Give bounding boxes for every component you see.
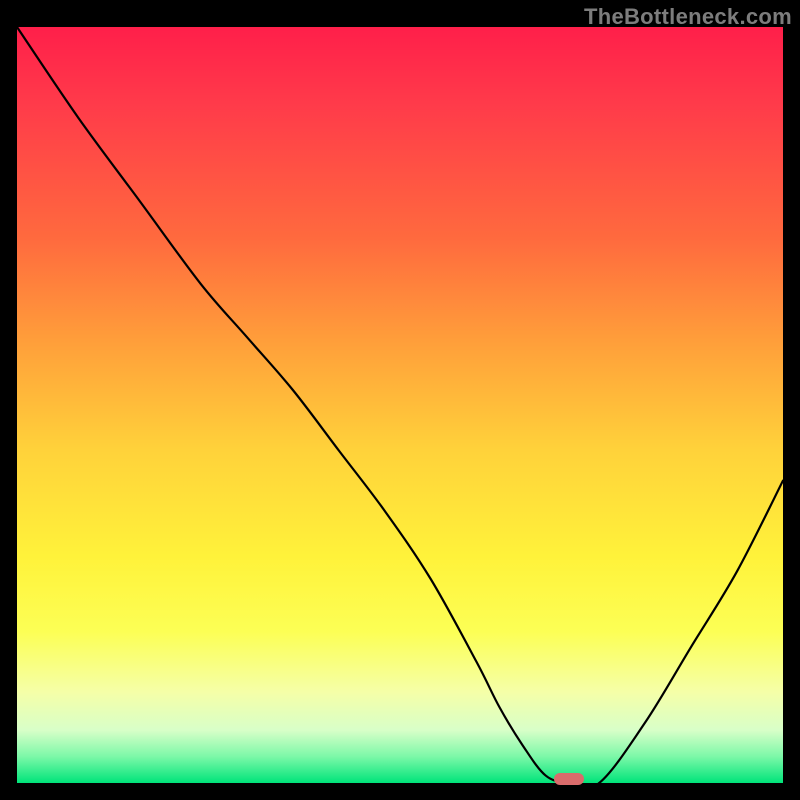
optimal-marker	[554, 773, 584, 785]
plot-area	[17, 27, 783, 783]
chart-frame: TheBottleneck.com	[0, 0, 800, 800]
bottleneck-curve	[17, 27, 783, 783]
